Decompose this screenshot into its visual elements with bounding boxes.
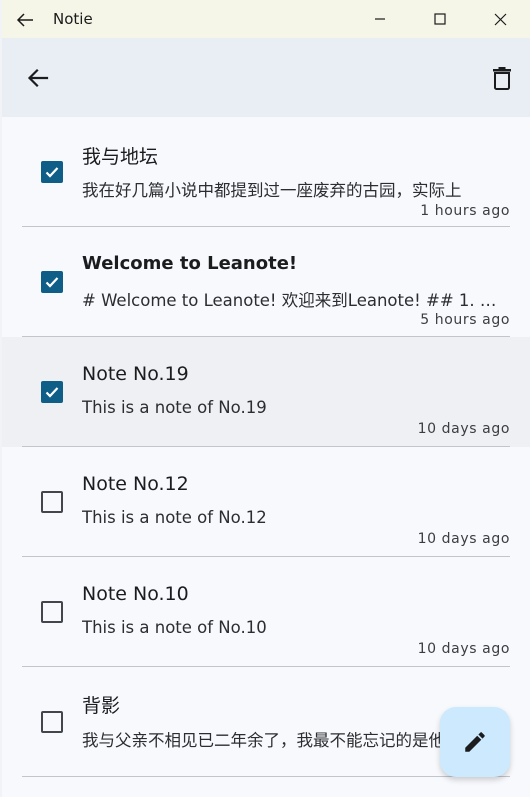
note-list-item[interactable]: 我与地坛 我在好几篇小说中都提到过一座废弃的古园，实际上 1 hours ago <box>2 117 530 227</box>
note-checkbox[interactable] <box>41 381 63 403</box>
note-preview: 我在好几篇小说中都提到过一座废弃的古园，实际上 <box>82 181 462 200</box>
check-icon <box>45 277 59 288</box>
window-controls <box>350 0 530 38</box>
note-timestamp: 10 days ago <box>417 641 510 657</box>
new-note-button[interactable] <box>440 707 510 777</box>
close-button[interactable] <box>470 0 530 38</box>
note-preview: This is a note of No.12 <box>82 508 267 527</box>
app-window: Notie 我与地坛 我在好几篇小说中都提到过一座废弃的古园，实际上 1 hou… <box>2 0 530 797</box>
note-checkbox[interactable] <box>41 491 63 513</box>
delete-button[interactable] <box>482 58 522 98</box>
note-checkbox[interactable] <box>41 161 63 183</box>
note-title: Note No.12 <box>82 473 189 495</box>
note-checkbox[interactable] <box>41 711 63 733</box>
note-preview: # Welcome to Leanote! 欢迎来到Leanote! ## 1.… <box>82 291 502 310</box>
note-checkbox[interactable] <box>41 271 63 293</box>
app-bar <box>2 38 530 117</box>
maximize-button[interactable] <box>410 0 470 38</box>
note-list-item[interactable]: Note No.12 This is a note of No.12 10 da… <box>2 447 530 557</box>
note-list-item[interactable]: Note No.19 This is a note of No.19 10 da… <box>2 337 530 447</box>
note-title: Welcome to Leanote! <box>82 253 298 274</box>
note-timestamp: 1 hours ago <box>420 203 510 219</box>
arrow-left-icon <box>27 68 49 88</box>
note-title: Note No.10 <box>82 583 189 605</box>
maximize-icon <box>434 13 446 25</box>
window-back-icon[interactable] <box>14 9 36 31</box>
minimize-icon <box>375 18 385 20</box>
note-list: 我与地坛 我在好几篇小说中都提到过一座废弃的古园，实际上 1 hours ago… <box>2 117 530 777</box>
note-title: 背影 <box>82 695 121 717</box>
note-title: 我与地坛 <box>82 146 159 168</box>
note-preview: 我与父亲不相见已二年余了，我最不能忘记的是他的背影 <box>82 731 495 750</box>
minimize-button[interactable] <box>350 0 410 38</box>
back-button[interactable] <box>18 58 58 98</box>
note-list-item[interactable]: Welcome to Leanote! # Welcome to Leanote… <box>2 227 530 337</box>
trash-icon <box>493 67 511 90</box>
note-timestamp: 10 days ago <box>417 421 510 437</box>
note-title: Note No.19 <box>82 363 189 385</box>
window-title: Notie <box>53 10 93 28</box>
pencil-icon <box>465 732 485 752</box>
close-icon <box>494 13 506 25</box>
divider <box>22 776 510 777</box>
check-icon <box>45 167 59 178</box>
note-timestamp: 10 days ago <box>417 531 510 547</box>
note-list-item[interactable]: Note No.10 This is a note of No.10 10 da… <box>2 557 530 667</box>
note-timestamp: 5 hours ago <box>420 312 510 328</box>
check-icon <box>45 387 59 398</box>
note-preview: This is a note of No.10 <box>82 618 267 637</box>
note-checkbox[interactable] <box>41 601 63 623</box>
window-titlebar: Notie <box>2 0 530 38</box>
note-preview: This is a note of No.19 <box>82 398 267 417</box>
